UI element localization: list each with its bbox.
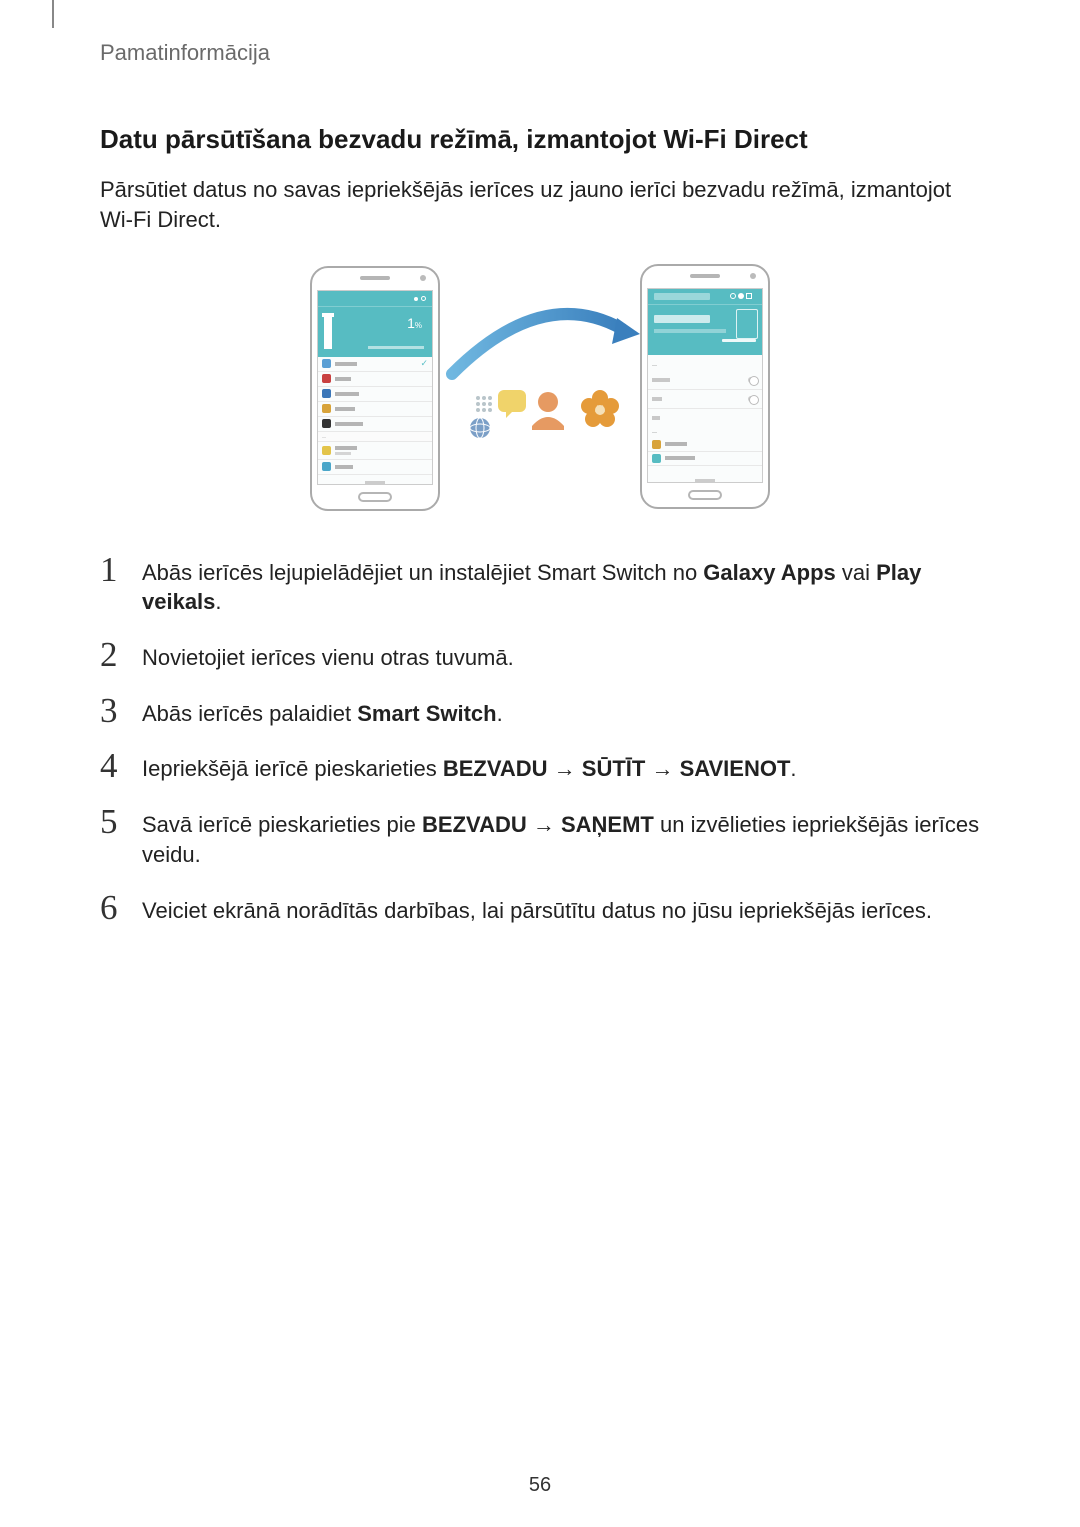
page-number: 56	[0, 1474, 1080, 1497]
step: 3Abās ierīcēs palaidiet Smart Switch.	[100, 699, 980, 729]
step: 5Savā ierīcē pieskarieties pie BEZVADU →…	[100, 810, 980, 869]
steps-list: 1Abās ierīcēs lejupielādējiet un instalē…	[100, 558, 980, 926]
arrow-icon	[442, 294, 642, 384]
page-content: Pamatinformācija Datu pārsūtīšana bezvad…	[0, 0, 1080, 925]
section-intro: Pārsūtiet datus no savas iepriekšējās ie…	[100, 175, 980, 236]
step-number: 3	[100, 693, 142, 728]
step: 2Novietojiet ierīces vienu otras tuvumā.	[100, 643, 980, 673]
step-number: 5	[100, 804, 142, 839]
step-text: Novietojiet ierīces vienu otras tuvumā.	[142, 643, 514, 673]
step-text: Savā ierīcē pieskarieties pie BEZVADU → …	[142, 810, 980, 869]
phone-left: 1% ✓ —	[310, 266, 440, 511]
step-text: Iepriekšējā ierīcē pieskarieties BEZVADU…	[142, 754, 797, 784]
step: 1Abās ierīcēs lejupielādējiet un instalē…	[100, 558, 980, 617]
step: 6Veiciet ekrānā norādītās darbības, lai …	[100, 896, 980, 926]
percent-sign: %	[415, 321, 422, 330]
step-number: 6	[100, 890, 142, 925]
phone-right: — —	[640, 264, 770, 509]
step-text: Abās ierīcēs lejupielādējiet un instalēj…	[142, 558, 980, 617]
figure: 1% ✓ —	[100, 264, 980, 532]
center-icons	[470, 380, 630, 462]
step: 4Iepriekšējā ierīcē pieskarieties BEZVAD…	[100, 754, 980, 784]
percent-value: 1	[407, 315, 415, 331]
section-title: Datu pārsūtīšana bezvadu režīmā, izmanto…	[100, 124, 980, 155]
step-text: Veiciet ekrānā norādītās darbības, lai p…	[142, 896, 932, 926]
step-number: 2	[100, 637, 142, 672]
breadcrumb: Pamatinformācija	[100, 40, 980, 66]
step-number: 4	[100, 748, 142, 783]
step-text: Abās ierīcēs palaidiet Smart Switch.	[142, 699, 503, 729]
step-number: 1	[100, 552, 142, 587]
tab-mark	[52, 0, 54, 28]
